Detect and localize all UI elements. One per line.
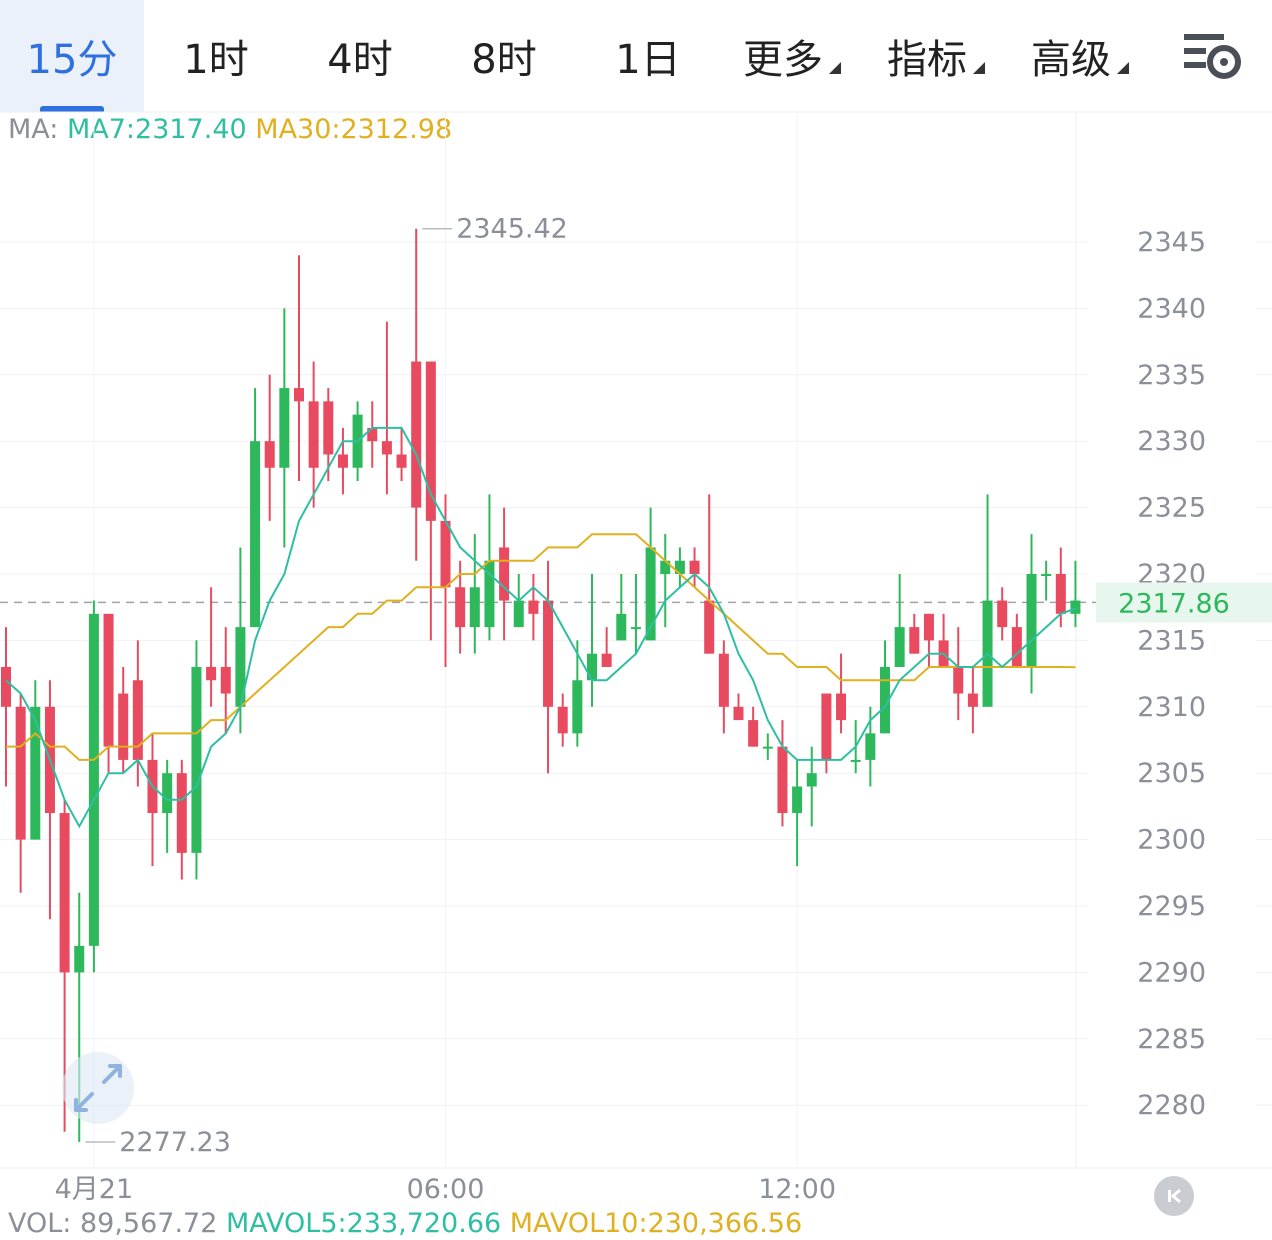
candle-body [132, 680, 143, 760]
expand-arrows-icon[interactable] [62, 1052, 134, 1124]
candle-body [850, 759, 861, 762]
jump-to-latest-icon[interactable] [1154, 1176, 1194, 1216]
candle-body [220, 666, 231, 694]
y-tick-label: 2285 [1137, 1024, 1206, 1055]
mavol10-value: MAVOL10:230,366.56 [509, 1208, 803, 1239]
y-tick-label: 2315 [1137, 625, 1206, 656]
candle-body [469, 587, 480, 628]
y-tick-label: 2305 [1137, 758, 1206, 789]
candle-body [176, 773, 187, 853]
vol-value: VOL: 89,567.72 [8, 1208, 218, 1239]
candle-body [323, 401, 334, 455]
candle-body [103, 613, 114, 747]
candle-body [1055, 574, 1066, 614]
candle-body [396, 454, 407, 468]
y-tick-label: 2325 [1137, 493, 1206, 524]
candle-body [616, 613, 627, 641]
y-tick-label: 2300 [1137, 825, 1206, 856]
volume-legend: VOL: 89,567.72 MAVOL5:233,720.66 MAVOL10… [8, 1208, 802, 1239]
candle-body [1041, 574, 1052, 576]
candle-body [279, 388, 290, 468]
y-tick-label: 2335 [1137, 360, 1206, 391]
candle-body [440, 520, 451, 588]
candle-body [308, 401, 319, 468]
candle-body [997, 600, 1008, 628]
candle-body [294, 388, 304, 402]
candle-body [162, 773, 173, 814]
candle-body [718, 653, 729, 707]
candle-body [543, 600, 554, 707]
candle-body [572, 680, 583, 734]
y-tick-label: 2280 [1137, 1090, 1206, 1121]
candle-body [836, 693, 847, 721]
candle-body [88, 613, 99, 946]
candle-body [381, 441, 392, 455]
y-tick-label: 2310 [1137, 692, 1206, 723]
candle-body [411, 361, 422, 508]
candle-body [689, 560, 700, 574]
candle-body [1070, 600, 1081, 614]
candle-body [513, 600, 524, 628]
candle-body [733, 706, 744, 721]
candle-body [557, 706, 568, 734]
y-tick-label: 2345 [1137, 227, 1206, 258]
candle-body [59, 813, 70, 973]
candle-body [250, 441, 261, 628]
candle-body [953, 666, 964, 694]
candle-body [455, 587, 466, 628]
candle-body [601, 653, 612, 667]
candle-body [528, 600, 539, 614]
y-tick-label: 2290 [1137, 957, 1206, 988]
y-tick-label: 2295 [1137, 891, 1206, 922]
candle-body [777, 746, 788, 814]
current-price-label: 2317.86 [1118, 588, 1230, 619]
candle-body [1026, 574, 1037, 667]
candle-body [923, 613, 934, 641]
candle-body [337, 454, 348, 468]
candle-body [704, 600, 715, 654]
candle-body [1011, 627, 1022, 667]
candle-body [967, 693, 978, 707]
low-price-label: 2277.23 [119, 1127, 231, 1158]
candle-body [821, 693, 832, 760]
candle-body [425, 361, 436, 521]
candle-body [792, 786, 803, 814]
x-tick-label: 06:00 [407, 1174, 485, 1205]
candle-body [748, 720, 759, 747]
y-tick-label: 2340 [1137, 293, 1206, 324]
mavol5-value: MAVOL5:233,720.66 [225, 1208, 502, 1239]
candlestick-chart[interactable]: 2345234023352330232523202315231023052300… [0, 0, 1272, 1240]
candle-body [865, 733, 876, 760]
candle-body [264, 441, 275, 468]
candle-body [762, 746, 773, 749]
candle-body [74, 945, 85, 973]
candle-body [206, 666, 217, 681]
candle-body [587, 653, 597, 681]
high-price-label: 2345.42 [456, 214, 568, 245]
candle-body [630, 627, 641, 630]
x-tick-label: 4月21 [55, 1174, 134, 1205]
candle-body [806, 773, 817, 787]
y-tick-label: 2330 [1137, 426, 1206, 457]
candle-body [118, 693, 129, 760]
candle-body [909, 627, 920, 654]
candle-body [499, 547, 510, 601]
candle-body [894, 627, 905, 667]
candle-body [15, 706, 26, 840]
candle-body [191, 666, 202, 853]
x-tick-label: 12:00 [758, 1174, 836, 1205]
candle-body [1, 666, 11, 707]
